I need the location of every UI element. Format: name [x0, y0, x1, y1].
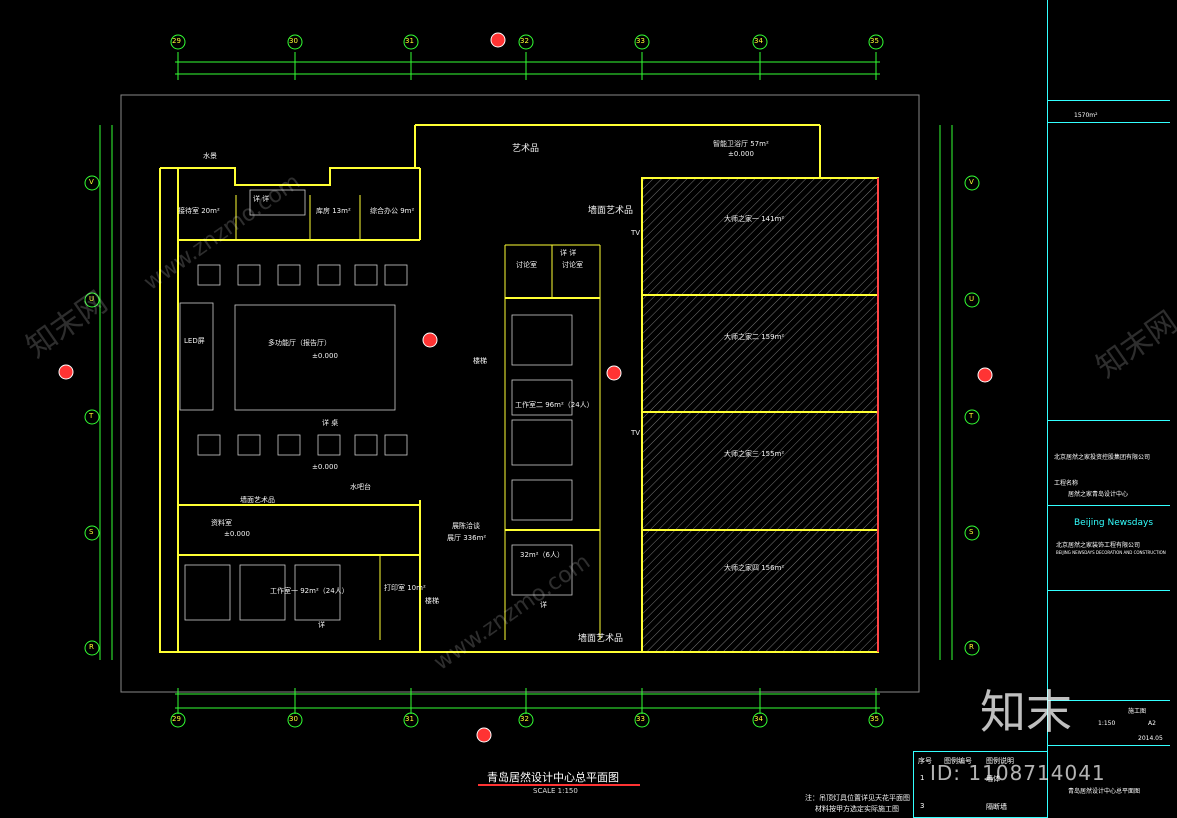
grid-col-label: 30	[289, 37, 298, 45]
room-label: 展陈洽谈	[452, 522, 480, 530]
room-label: 楼梯	[425, 597, 439, 605]
grid-col-label: 33	[636, 715, 645, 723]
room-level: ±0.000	[312, 352, 338, 360]
drawing-title: 青岛居然设计中心总平面图	[487, 771, 619, 784]
grid-col-label: 32	[520, 715, 529, 723]
room-label: 资料室	[211, 519, 232, 527]
room-label: 32m²（6人）	[520, 551, 564, 559]
grid-row-label: V	[969, 178, 974, 186]
room-label: TV	[631, 229, 641, 237]
grid-row-label: T	[89, 412, 94, 420]
grid-col-label: 33	[636, 37, 645, 45]
grid-row-label: S	[969, 528, 974, 536]
watermark-logo: 知末	[980, 685, 1072, 739]
grid-col-label: 29	[172, 37, 181, 45]
grid-row-label: R	[89, 643, 94, 651]
drawing-scale: SCALE 1:150	[533, 787, 578, 795]
stage: 施工图	[1128, 708, 1147, 715]
drawing-note: 材料按甲方选定实际施工图	[815, 805, 899, 813]
project-label: 工程名称	[1054, 480, 1079, 487]
grid-row-label: R	[969, 643, 974, 651]
project-name: 居然之家青岛设计中心	[1068, 491, 1129, 498]
room-label: 详 桌	[322, 419, 339, 427]
room-label: 大师之家四 156m²	[724, 564, 785, 572]
brand-name: Beijing Newsdays	[1074, 518, 1154, 528]
area-value: 1570m²	[1074, 112, 1098, 119]
sheet-size: A2	[1148, 720, 1156, 727]
grid-row-label: V	[89, 178, 94, 186]
room-label: 讨论室	[562, 261, 583, 269]
designer-name-en: BEIJING NEWSDAYS DECORATION AND CONSTRUC…	[1056, 550, 1166, 555]
room-label: 详	[318, 621, 325, 629]
watermark-id: ID: 1108714041	[930, 761, 1106, 785]
room-label: 综合办公 9m²	[370, 207, 415, 215]
grid-row-label: S	[89, 528, 94, 536]
grid-col-label: 32	[520, 37, 529, 45]
room-label: 艺术品	[512, 144, 540, 154]
drawing-sheet: 29 30 31 32 33 34 35 29 30 31 32 33 34 3…	[0, 0, 1177, 818]
room-label: 打印室 10m²	[384, 584, 426, 592]
room-label: 墙面艺术品	[588, 206, 634, 216]
room-label: 工作室二 96m²（24人）	[515, 401, 594, 409]
grid-col-label: 31	[405, 715, 414, 723]
room-label: 库房 13m²	[316, 207, 351, 215]
grid-col-label: 35	[870, 715, 879, 723]
room-label: 展厅 336m²	[447, 534, 487, 542]
drawing-name: 青岛居然设计中心总平面图	[1068, 788, 1141, 795]
legend-cell: 1	[920, 774, 925, 782]
room-label: 多功能厅（报告厅）	[268, 339, 331, 347]
drawing-note: 注：吊顶灯具位置详见天花平面图	[805, 794, 910, 802]
room-label: 水吧台	[350, 483, 371, 491]
legend-cell: 3	[920, 802, 925, 810]
drawing-date: 2014.05	[1138, 735, 1163, 742]
grid-col-label: 35	[870, 37, 879, 45]
grid-row-label: U	[969, 295, 975, 303]
grid-col-label: 30	[289, 715, 298, 723]
room-label: LED屏	[184, 337, 205, 345]
grid-col-label: 34	[754, 715, 763, 723]
grid-row-label: T	[969, 412, 974, 420]
room-label: 讨论室	[516, 261, 537, 269]
room-label: 大师之家一 141m²	[724, 215, 785, 223]
room-label: 工作室一 92m²（24人）	[270, 587, 349, 595]
grid-col-label: 29	[172, 715, 181, 723]
room-label: 大师之家三 155m²	[724, 450, 785, 458]
company-name: 北京居然之家投资控股集团有限公司	[1054, 454, 1151, 461]
room-label: 水景	[203, 152, 217, 160]
room-level: ±0.000	[728, 150, 754, 158]
brand-halls-area	[641, 177, 879, 653]
room-level: ±0.000	[224, 530, 250, 538]
room-label: 墙面艺术品	[578, 634, 624, 644]
room-label: 墙面艺术品	[240, 496, 275, 504]
room-label: TV	[631, 429, 641, 437]
designer-name: 北京居然之家装饰工程有限公司	[1056, 542, 1141, 549]
room-label: 楼梯	[473, 357, 487, 365]
room-label: 大师之家二 159m²	[724, 333, 785, 341]
grid-col-label: 34	[754, 37, 763, 45]
room-label: 详 详	[560, 249, 577, 257]
legend-cell: 隔断墙	[986, 803, 1007, 811]
room-label: 智能卫浴厅 57m²	[713, 140, 769, 148]
room-label: 接待室 20m²	[178, 207, 220, 215]
room-level: ±0.000	[312, 463, 338, 471]
scale-value: 1:150	[1098, 720, 1116, 727]
grid-col-label: 31	[405, 37, 414, 45]
